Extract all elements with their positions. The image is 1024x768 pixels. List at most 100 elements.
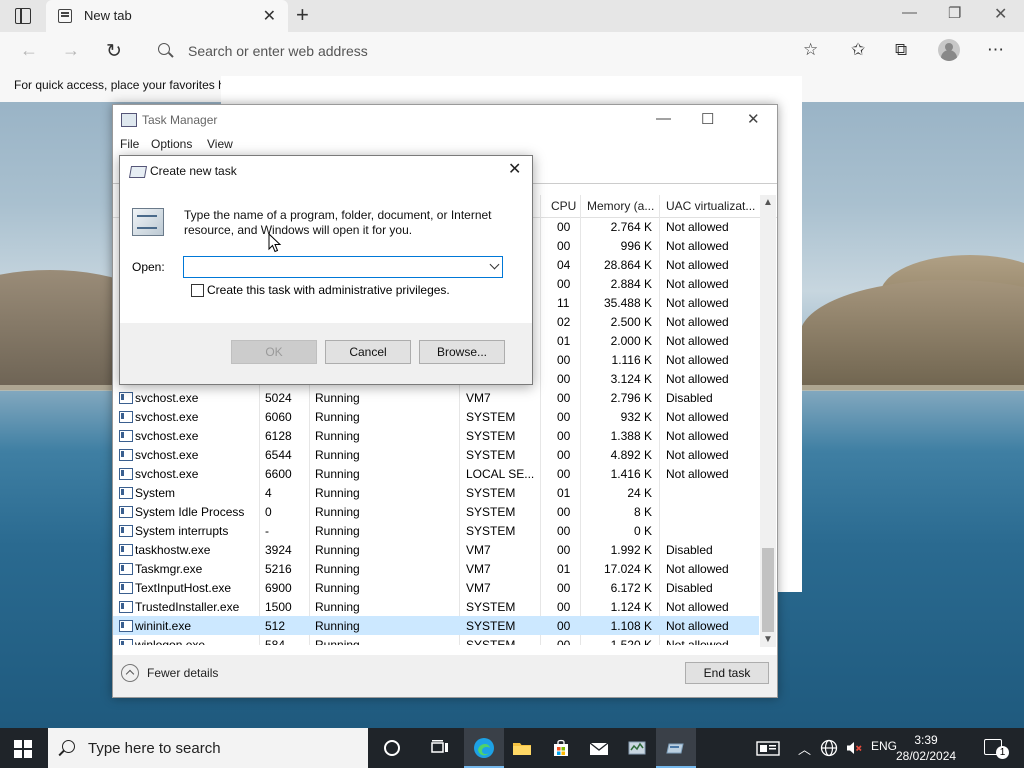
cell-status: Running — [315, 486, 360, 500]
cell-user: SYSTEM — [466, 448, 516, 462]
cancel-button[interactable]: Cancel — [325, 340, 411, 364]
task-view-icon[interactable] — [430, 738, 450, 758]
more-options-icon[interactable]: ⋯ — [987, 40, 1004, 60]
table-row[interactable]: Taskmgr.exe 5216 Running VM7 01 17.024 K Not a… — [113, 559, 759, 578]
table-row[interactable]: TextInputHost.exe 6900 Running VM7 00 6.172 K… — [113, 578, 759, 597]
menu-options[interactable]: Options — [151, 137, 192, 151]
chevron-up-icon[interactable] — [121, 664, 139, 682]
cell-memory: 3.124 K — [610, 372, 652, 386]
cell-uac: Disabled — [666, 543, 713, 557]
table-row[interactable]: svchost.exe 6544 Running SYSTEM 00 4.892 K Not… — [113, 445, 759, 464]
back-arrow-icon[interactable]: ← — [20, 40, 38, 61]
cell-user: SYSTEM — [466, 524, 516, 538]
add-favorite-star-icon[interactable]: ☆ — [803, 40, 818, 60]
cell-user: SYSTEM — [466, 505, 516, 519]
close-tab-icon[interactable]: ✕ — [263, 6, 276, 26]
menu-view[interactable]: View — [207, 137, 233, 151]
menu-file[interactable]: File — [120, 137, 139, 151]
column-header-cpu[interactable]: CPU — [551, 199, 576, 213]
table-row[interactable]: winlogon.exe 584 Running SYSTEM 00 1.520 K Not… — [113, 635, 759, 645]
mail-icon[interactable] — [589, 738, 609, 758]
table-row[interactable]: wininit.exe 512 Running SYSTEM 00 1.108 K Not … — [113, 616, 759, 635]
network-globe-icon[interactable] — [820, 739, 838, 757]
cortana-icon[interactable] — [382, 738, 402, 758]
scrollbar-thumb[interactable] — [762, 548, 774, 632]
table-row[interactable]: svchost.exe 5024 Running VM7 00 2.796 K Disabl… — [113, 388, 759, 407]
close-window-icon[interactable]: ✕ — [994, 4, 1007, 24]
taskbar-search-box[interactable]: Type here to search — [48, 728, 368, 768]
windows-start-icon[interactable] — [14, 740, 32, 758]
cell-name: System — [135, 486, 176, 500]
cell-status: Running — [315, 429, 360, 443]
close-icon[interactable]: ✕ — [508, 159, 521, 179]
scroll-up-icon[interactable]: ▲ — [763, 197, 773, 208]
cell-pid: 4 — [265, 486, 272, 500]
column-header-memory[interactable]: Memory (a... — [587, 199, 654, 213]
language-indicator[interactable]: ENG — [871, 739, 897, 753]
minimize-icon[interactable]: — — [656, 110, 671, 127]
cell-uac: Not allowed — [666, 562, 729, 576]
volume-muted-icon[interactable] — [845, 739, 863, 757]
open-input[interactable] — [186, 258, 476, 274]
minimize-icon[interactable]: — — [902, 4, 917, 21]
news-widget-icon[interactable] — [756, 738, 782, 758]
cell-pid: 512 — [265, 619, 286, 633]
profile-avatar[interactable] — [938, 39, 960, 61]
table-row[interactable]: System Idle Process 0 Running SYSTEM 00 8 K — [113, 502, 759, 521]
cell-memory: 24 K — [627, 486, 652, 500]
dialog-message: Type the name of a program, folder, docu… — [184, 208, 492, 237]
taskbar-clock[interactable]: 3:39 28/02/2024 — [896, 732, 956, 764]
table-row[interactable]: System 4 Running SYSTEM 01 24 K — [113, 483, 759, 502]
table-row[interactable]: svchost.exe 6600 Running LOCAL SE... 00 1.416… — [113, 464, 759, 483]
cell-uac: Disabled — [666, 581, 713, 595]
admin-privileges-label[interactable]: Create this task with administrative pri… — [207, 283, 450, 297]
cell-uac: Not allowed — [666, 334, 729, 348]
cell-pid: - — [265, 524, 269, 538]
forward-arrow-icon[interactable]: → — [62, 40, 80, 61]
scroll-down-icon[interactable]: ▼ — [763, 634, 773, 645]
ok-button[interactable]: OK — [231, 340, 317, 364]
edge-browser-icon[interactable] — [473, 737, 495, 759]
process-list-scrollbar[interactable]: ▲ ▼ — [760, 195, 776, 647]
table-row[interactable]: System interrupts - Running SYSTEM 00 0 K — [113, 521, 759, 540]
new-tab-button[interactable]: + — [296, 3, 309, 27]
column-header-uac[interactable]: UAC virtualizat... — [666, 199, 755, 213]
cell-user: VM7 — [466, 562, 491, 576]
maximize-icon[interactable]: ☐ — [701, 110, 714, 128]
cell-name: System Idle Process — [135, 505, 245, 519]
run-dialog-icon — [128, 166, 148, 178]
cell-uac: Not allowed — [666, 410, 729, 424]
task-manager-titlebar[interactable]: Task Manager — ☐ ✕ — [113, 105, 777, 135]
favorites-icon[interactable]: ✩ — [851, 40, 865, 60]
refresh-icon[interactable]: ↻ — [106, 40, 122, 63]
open-combobox[interactable] — [183, 256, 503, 278]
cell-name: taskhostw.exe — [135, 543, 211, 557]
tab-new-tab[interactable]: New tab ✕ — [46, 0, 288, 32]
address-bar[interactable]: Search or enter web address — [146, 36, 834, 66]
browse-button[interactable]: Browse... — [419, 340, 505, 364]
process-icon — [119, 563, 133, 575]
open-label: Open: — [132, 260, 165, 274]
cell-uac: Not allowed — [666, 258, 729, 272]
table-row[interactable]: svchost.exe 6128 Running SYSTEM 00 1.388 K Not… — [113, 426, 759, 445]
admin-privileges-checkbox[interactable] — [191, 284, 204, 297]
fewer-details-link[interactable]: Fewer details — [147, 666, 218, 680]
table-row[interactable]: svchost.exe 6060 Running SYSTEM 00 932 K Not a… — [113, 407, 759, 426]
taskbar-search-placeholder: Type here to search — [88, 740, 221, 757]
restore-icon[interactable]: ❐ — [948, 4, 961, 22]
run-dialog-taskbar-icon[interactable] — [665, 738, 685, 758]
process-icon — [119, 582, 133, 594]
microsoft-store-icon[interactable] — [551, 738, 571, 758]
table-row[interactable]: TrustedInstaller.exe 1500 Running SYSTEM 00 1… — [113, 597, 759, 616]
table-row[interactable]: taskhostw.exe 3924 Running VM7 00 1.992 K Disa… — [113, 540, 759, 559]
process-icon — [119, 392, 133, 404]
collections-icon[interactable]: ⧉ — [895, 40, 907, 60]
end-task-button[interactable]: End task — [685, 662, 769, 684]
tab-actions-icon[interactable] — [15, 8, 31, 24]
task-manager-taskbar-icon[interactable] — [627, 738, 647, 758]
chevron-down-icon[interactable] — [489, 259, 500, 270]
show-hidden-icons-chevron-icon[interactable]: ︿ — [798, 739, 811, 758]
file-explorer-icon[interactable] — [512, 738, 532, 758]
new-tab-page-icon — [58, 9, 72, 23]
close-icon[interactable]: ✕ — [747, 110, 760, 128]
